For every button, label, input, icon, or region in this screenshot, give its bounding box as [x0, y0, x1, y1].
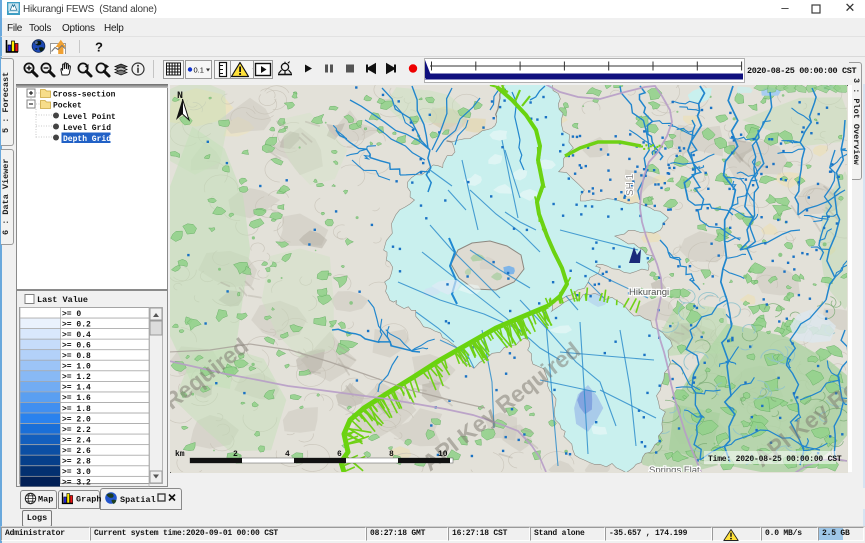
svg-text:Map: Map — [38, 495, 53, 505]
svg-text:>= 2.2: >= 2.2 — [62, 426, 91, 435]
svg-text:Pocket: Pocket — [53, 102, 82, 111]
svg-text:Springs Flat: Springs Flat — [649, 465, 700, 472]
svg-text:>= 0.8: >= 0.8 — [62, 352, 91, 361]
svg-text:0.1: 0.1 — [194, 66, 204, 75]
svg-text:>= 1.2: >= 1.2 — [62, 373, 91, 382]
svg-text:>= 0.6: >= 0.6 — [62, 342, 91, 351]
svg-text:SH 1: SH 1 — [625, 173, 636, 196]
svg-text:Level Point: Level Point — [63, 113, 116, 122]
svg-text:>= 3.2: >= 3.2 — [62, 479, 91, 487]
svg-text:Depth Grid: Depth Grid — [63, 135, 111, 144]
svg-text:>= 2.8: >= 2.8 — [62, 458, 91, 467]
svg-text:Spatial: Spatial — [120, 495, 156, 505]
svg-text:>= 0.4: >= 0.4 — [62, 331, 91, 340]
svg-text:Time: 2020-08-25 00:00:00 CST: Time: 2020-08-25 00:00:00 CST — [708, 455, 842, 464]
svg-text:Level Grid: Level Grid — [63, 124, 111, 133]
svg-text:>= 3.0: >= 3.0 — [62, 468, 91, 477]
svg-text:>= 0.2: >= 0.2 — [62, 320, 91, 329]
svg-text:>= 1.4: >= 1.4 — [62, 384, 91, 393]
svg-text:>= 1.8: >= 1.8 — [62, 405, 91, 414]
svg-text:Last Value: Last Value — [37, 295, 88, 305]
svg-text:Graph: Graph — [76, 495, 102, 505]
svg-text:>= 1.0: >= 1.0 — [62, 363, 91, 372]
svg-text:10: 10 — [438, 450, 448, 459]
svg-text:>= 1.6: >= 1.6 — [62, 394, 91, 403]
svg-text:6: 6 — [337, 450, 342, 459]
svg-text:2: 2 — [233, 450, 238, 459]
svg-text:4: 4 — [285, 450, 290, 459]
svg-text:>= 2.6: >= 2.6 — [62, 447, 91, 456]
svg-text:>= 0: >= 0 — [62, 310, 81, 319]
svg-text:Hikurangi: Hikurangi — [629, 287, 669, 298]
svg-text:>= 2.0: >= 2.0 — [62, 415, 91, 424]
svg-text:Cross-section: Cross-section — [53, 91, 116, 100]
svg-text:?: ? — [95, 40, 103, 55]
svg-text:>= 2.4: >= 2.4 — [62, 436, 91, 445]
svg-text:8: 8 — [389, 450, 394, 459]
svg-text:km: km — [175, 450, 185, 459]
